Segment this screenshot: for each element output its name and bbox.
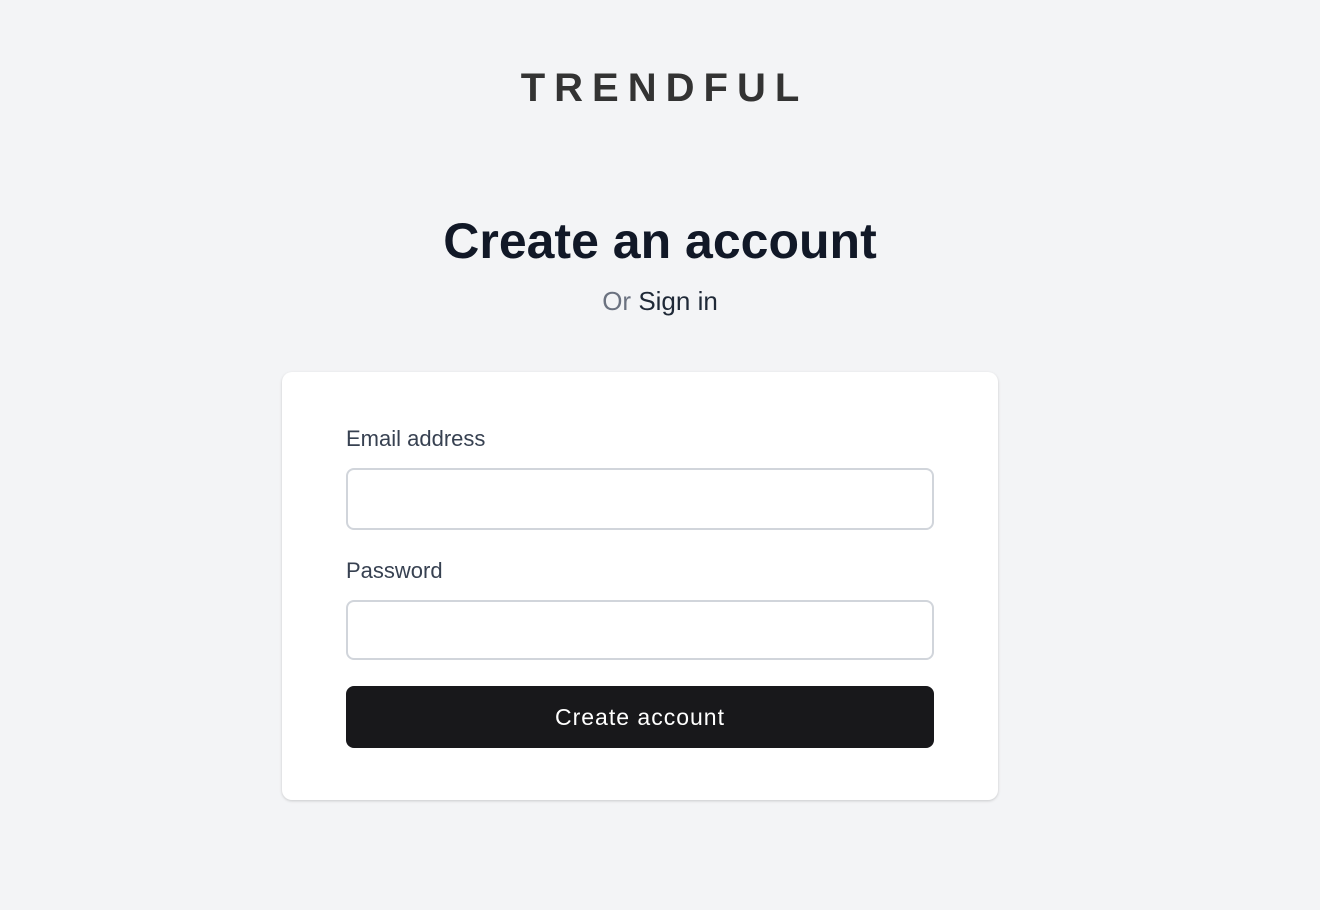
brand-logo: TRENDFUL bbox=[520, 66, 809, 110]
subtitle: Or Sign in bbox=[0, 283, 1320, 319]
email-input[interactable] bbox=[346, 468, 934, 530]
password-label: Password bbox=[346, 558, 443, 583]
signup-card: Email address Password Create account bbox=[282, 372, 998, 800]
password-input[interactable] bbox=[346, 600, 934, 660]
or-text: Or bbox=[602, 286, 632, 316]
page-title: Create an account bbox=[443, 213, 877, 269]
sign-in-link[interactable]: Sign in bbox=[638, 286, 718, 316]
create-account-button[interactable]: Create account bbox=[346, 686, 934, 748]
email-label: Email address bbox=[346, 426, 486, 451]
